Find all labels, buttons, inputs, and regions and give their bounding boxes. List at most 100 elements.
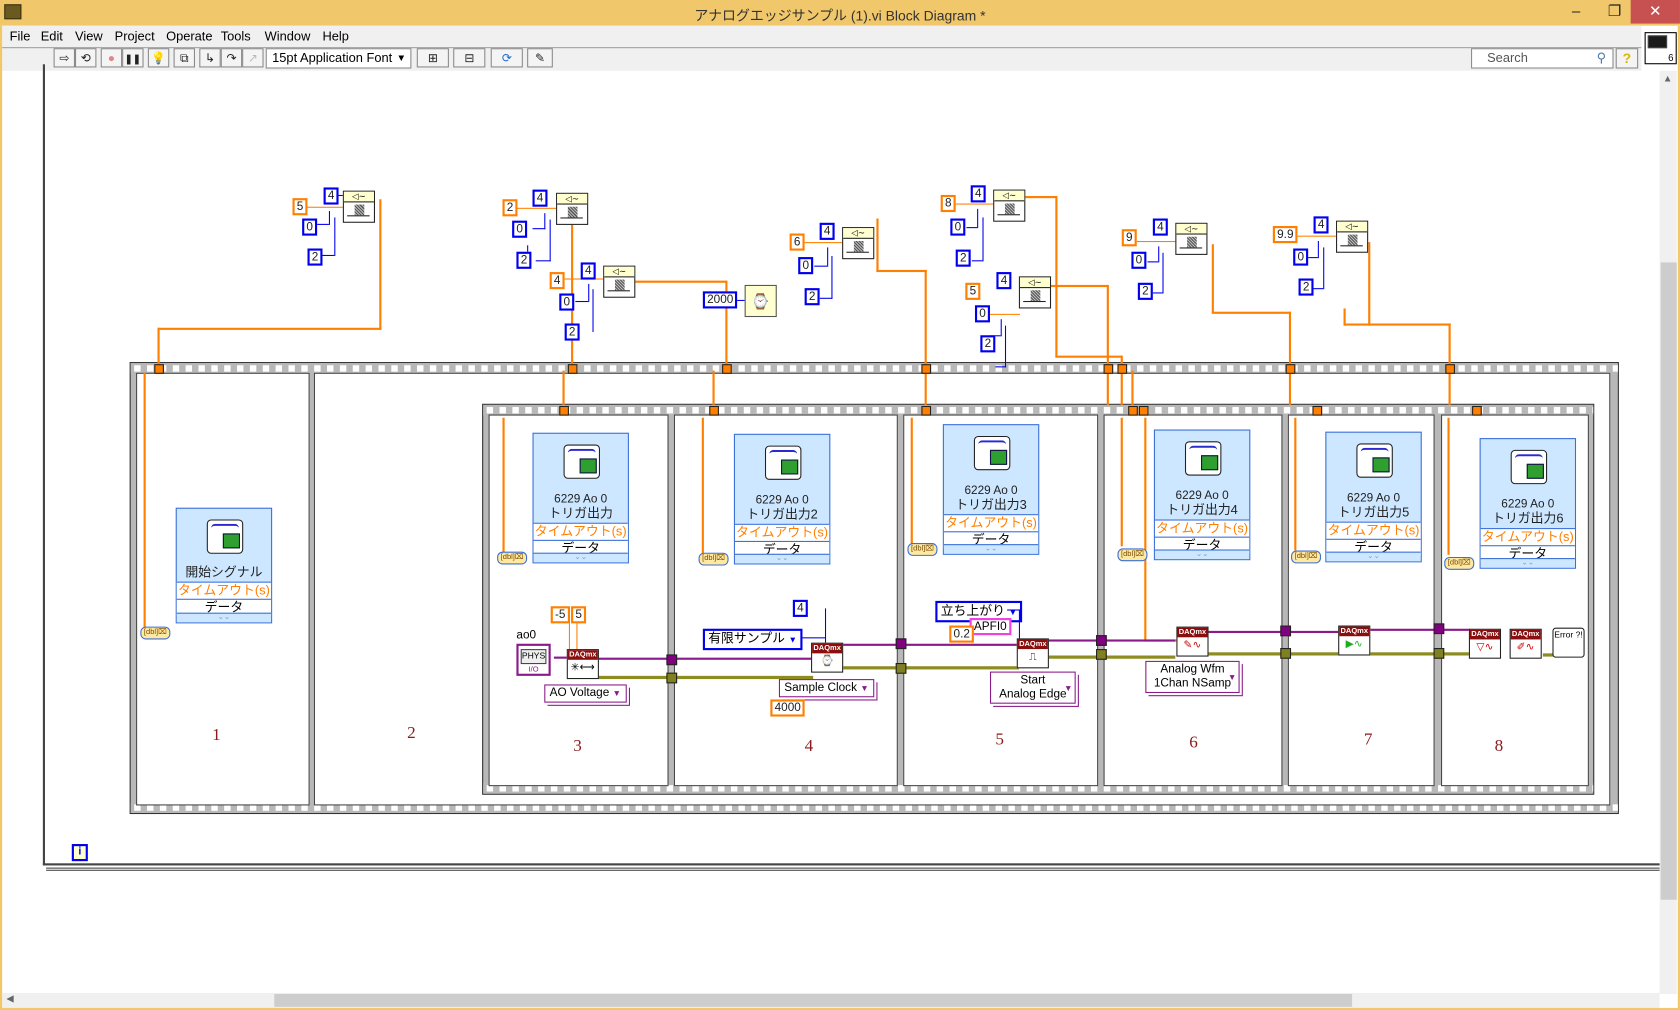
numeric-constant[interactable]: 0 [798,257,814,275]
daqmx-timing-node[interactable]: DAQmx ⌚ [811,642,844,673]
dbl-to-dynamic-node[interactable]: [dbl]⌧ [497,551,528,565]
error-wire[interactable] [842,666,1019,670]
samples-per-channel-constant[interactable]: 4 [792,599,808,617]
menu-file[interactable]: File [10,26,31,47]
wire[interactable] [1106,284,1109,405]
time-delay-node[interactable]: ◁∼ [1336,220,1369,253]
numeric-constant[interactable]: 2 [516,251,532,269]
close-button[interactable]: ✕ [1630,0,1680,24]
wire[interactable] [379,199,382,330]
analog-wfm-selector[interactable]: Analog Wfm 1Chan NSamp ▼ [1145,660,1240,694]
wire[interactable] [876,218,879,273]
task-wire[interactable] [1208,630,1340,634]
minimize-button[interactable]: – [1558,0,1594,24]
tunnel[interactable] [559,405,569,416]
wire[interactable] [1144,417,1147,641]
numeric-constant[interactable]: 6 [789,233,805,251]
express-vi-trigger-output-3[interactable]: 6229 Ao 0 トリガ出力3 タイムアウト(s) データ ⌄⌄ [942,424,1040,555]
time-delay-node[interactable]: ◁∼ [556,192,589,225]
wire[interactable] [157,327,160,367]
tunnel[interactable] [722,364,732,374]
menu-project[interactable]: Project [115,26,155,47]
time-delay-node[interactable]: ◁∼ [342,190,375,223]
numeric-constant[interactable]: 4 [323,187,339,205]
tunnel[interactable] [709,405,719,416]
numeric-constant[interactable]: 4 [996,272,1012,290]
timeout-input-label[interactable]: タイムアウト(s) [176,581,272,599]
horizontal-scroll-thumb[interactable] [274,993,1353,1007]
daqmx-trigger-node[interactable]: DAQmx ⎍ [1016,638,1049,669]
wire[interactable] [502,417,505,555]
numeric-constant[interactable]: 4 [532,189,548,207]
vertical-scroll-thumb[interactable] [1660,262,1677,900]
numeric-constant[interactable]: 2 [1298,278,1314,296]
task-wire[interactable] [1048,639,1176,642]
daqmx-write-node[interactable]: DAQmx ✎∿ [1176,626,1209,657]
dbl-to-dynamic-node[interactable]: [dbl]⌧ [1291,550,1322,564]
numeric-constant[interactable]: 2 [804,288,820,306]
tunnel[interactable] [1285,364,1296,374]
tunnel[interactable] [895,638,907,650]
numeric-constant[interactable]: 8 [940,194,956,213]
expand-handle[interactable]: ⌄⌄ [1326,551,1421,562]
time-delay-node[interactable]: ◁∼ [1175,222,1208,255]
time-delay-node[interactable]: ◁∼ [842,227,875,260]
trigger-level-constant[interactable]: 0.2 [949,625,975,643]
numeric-constant[interactable]: 5 [965,282,981,300]
dbl-to-dynamic-node[interactable]: [dbl]⌧ [1444,556,1475,570]
rate-constant[interactable]: 4000 [770,699,806,717]
numeric-constant[interactable]: 4 [819,222,835,240]
dbl-to-dynamic-node[interactable]: [dbl]⌧ [140,626,171,640]
timeout-input-label[interactable]: タイムアウト(s) [1326,521,1421,539]
dbl-to-dynamic-node[interactable]: [dbl]⌧ [907,543,938,556]
tunnel[interactable] [666,672,678,684]
tunnel[interactable] [1280,648,1292,659]
expand-handle[interactable]: ⌄⌄ [1154,549,1250,560]
dbl-to-dynamic-node[interactable]: [dbl]⌧ [1117,548,1148,562]
menu-tools[interactable]: Tools [221,26,251,47]
wire[interactable] [910,417,913,547]
wire[interactable] [1288,311,1292,405]
tunnel[interactable] [1472,405,1482,416]
numeric-constant[interactable]: 0 [974,305,991,323]
wire[interactable] [143,372,146,630]
wire[interactable] [712,370,715,405]
wire[interactable] [1211,311,1290,314]
wire[interactable] [1120,355,1123,405]
numeric-constant[interactable]: 0 [1131,251,1147,269]
wire[interactable] [1049,284,1108,288]
wire[interactable] [1343,323,1451,326]
iteration-terminal[interactable]: i [71,844,88,862]
numeric-constant[interactable]: 4 [549,272,565,290]
sample-clock-selector[interactable]: Sample Clock ▼ [778,679,875,698]
maximize-button[interactable]: ❐ [1596,0,1632,24]
task-wire[interactable] [1370,628,1470,631]
wire[interactable] [1120,417,1123,547]
numeric-constant[interactable]: 4 [1313,216,1329,234]
numeric-constant[interactable]: 2 [502,199,518,217]
error-wire[interactable] [1048,655,1176,659]
timeout-input-label[interactable]: タイムアウト(s) [1480,528,1575,546]
dbl-to-dynamic-node[interactable]: [dbl]⌧ [698,552,729,566]
tunnel[interactable] [154,364,164,374]
physical-channel-value[interactable]: PHYS [520,649,547,665]
numeric-constant[interactable]: 0 [302,218,318,236]
menu-help[interactable]: Help [322,26,348,47]
numeric-constant[interactable]: 5 [292,198,308,216]
tunnel[interactable] [666,654,678,666]
menu-operate[interactable]: Operate [166,26,212,47]
numeric-constant[interactable]: 2 [980,335,996,353]
timeout-input-label[interactable]: タイムアウト(s) [1154,519,1250,537]
daqmx-create-channel-node[interactable]: DAQmx ✳⟷ [566,649,599,680]
tunnel[interactable] [895,663,907,674]
min-value-constant[interactable]: -5 [550,606,570,624]
wire[interactable] [701,417,704,555]
time-delay-node[interactable]: ◁∼ [603,265,636,298]
express-vi-trigger-output-2[interactable]: 6229 Ao 0 トリガ出力2 タイムアウト(s) データ ⌄⌄ [733,433,831,565]
numeric-constant[interactable]: 4 [1152,218,1168,236]
wire[interactable] [1131,370,1134,405]
menu-window[interactable]: Window [265,26,311,47]
expand-handle[interactable]: ⌄⌄ [943,544,1039,554]
numeric-constant[interactable]: 2 [307,248,323,266]
time-delay-node[interactable]: ◁∼ [993,189,1026,222]
